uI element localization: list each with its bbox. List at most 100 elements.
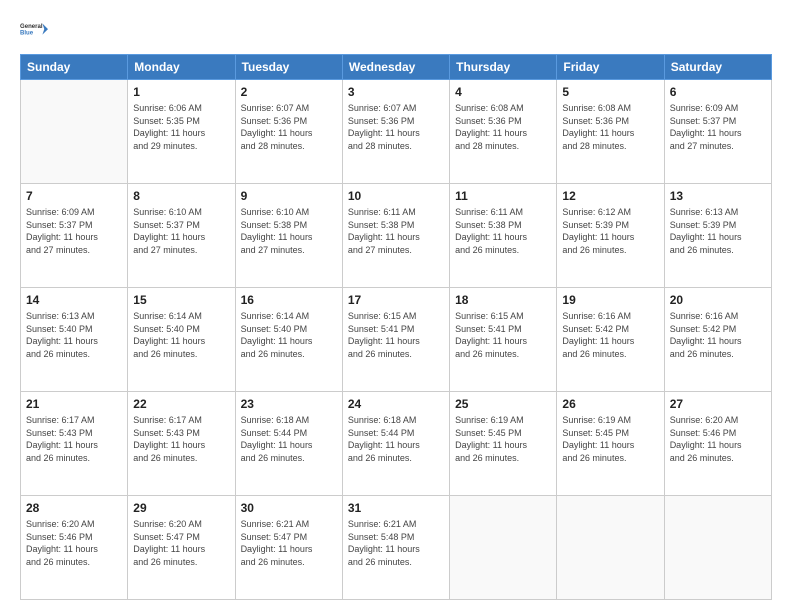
day-number: 3 (348, 84, 444, 100)
day-number: 9 (241, 188, 337, 204)
calendar-cell: 12 Sunrise: 6:12 AM Sunset: 5:39 PM Dayli… (557, 184, 664, 288)
calendar-header-saturday: Saturday (664, 55, 771, 80)
calendar-cell (557, 496, 664, 600)
calendar-cell: 10Sunrise: 6:11 AM Sunset: 5:38 PM Dayli… (342, 184, 449, 288)
day-number: 17 (348, 292, 444, 308)
calendar-cell: 25 Sunrise: 6:19 AM Sunset: 5:45 PM Dayli… (450, 392, 557, 496)
day-info: Sunrise: 6:06 AM Sunset: 5:35 PM Dayligh… (133, 102, 229, 152)
calendar-cell: 2Sunrise: 6:07 AM Sunset: 5:36 PM Daylig… (235, 80, 342, 184)
day-info: Sunrise: 6:19 AM Sunset: 5:45 PM Dayligh… (455, 414, 551, 464)
day-info: Sunrise: 6:13 AM Sunset: 5:40 PM Dayligh… (26, 310, 122, 360)
day-info: Sunrise: 6:10 AM Sunset: 5:37 PM Dayligh… (133, 206, 229, 256)
day-number: 12 (562, 188, 658, 204)
calendar-header-wednesday: Wednesday (342, 55, 449, 80)
day-info: Sunrise: 6:17 AM Sunset: 5:43 PM Dayligh… (26, 414, 122, 464)
calendar-cell (664, 496, 771, 600)
calendar-header-sunday: Sunday (21, 55, 128, 80)
calendar-cell: 22Sunrise: 6:17 AM Sunset: 5:43 PM Dayli… (128, 392, 235, 496)
day-info: Sunrise: 6:12 AM Sunset: 5:39 PM Dayligh… (562, 206, 658, 256)
day-number: 29 (133, 500, 229, 516)
calendar-cell: 28 Sunrise: 6:20 AM Sunset: 5:46 PM Dayli… (21, 496, 128, 600)
calendar-cell: 9 Sunrise: 6:10 AM Sunset: 5:38 PM Daylig… (235, 184, 342, 288)
day-number: 4 (455, 84, 551, 100)
calendar-header-tuesday: Tuesday (235, 55, 342, 80)
day-number: 13 (670, 188, 766, 204)
calendar-cell: 18 Sunrise: 6:15 AM Sunset: 5:41 PM Dayli… (450, 288, 557, 392)
calendar-cell: 7 Sunrise: 6:09 AM Sunset: 5:37 PM Daylig… (21, 184, 128, 288)
calendar-cell: 19 Sunrise: 6:16 AM Sunset: 5:42 PM Dayli… (557, 288, 664, 392)
day-number: 7 (26, 188, 122, 204)
day-info: Sunrise: 6:19 AM Sunset: 5:45 PM Dayligh… (562, 414, 658, 464)
calendar-cell: 31Sunrise: 6:21 AM Sunset: 5:48 PM Dayli… (342, 496, 449, 600)
day-number: 16 (241, 292, 337, 308)
calendar-cell: 8 Sunrise: 6:10 AM Sunset: 5:37 PM Daylig… (128, 184, 235, 288)
calendar-week-row: 1 Sunrise: 6:06 AM Sunset: 5:35 PM Daylig… (21, 80, 772, 184)
day-info: Sunrise: 6:07 AM Sunset: 5:36 PM Dayligh… (241, 102, 337, 152)
day-info: Sunrise: 6:16 AM Sunset: 5:42 PM Dayligh… (562, 310, 658, 360)
calendar-cell: 3 Sunrise: 6:07 AM Sunset: 5:36 PM Daylig… (342, 80, 449, 184)
day-number: 6 (670, 84, 766, 100)
svg-text:Blue: Blue (20, 31, 34, 37)
header: GeneralBlue (20, 16, 772, 44)
day-number: 26 (562, 396, 658, 412)
calendar-cell: 29 Sunrise: 6:20 AM Sunset: 5:47 PM Dayli… (128, 496, 235, 600)
calendar-cell: 1 Sunrise: 6:06 AM Sunset: 5:35 PM Daylig… (128, 80, 235, 184)
calendar-cell: 5Sunrise: 6:08 AM Sunset: 5:36 PM Daylig… (557, 80, 664, 184)
calendar-cell: 11 Sunrise: 6:11 AM Sunset: 5:38 PM Dayli… (450, 184, 557, 288)
day-number: 19 (562, 292, 658, 308)
calendar-week-row: 28 Sunrise: 6:20 AM Sunset: 5:46 PM Dayli… (21, 496, 772, 600)
calendar-cell: 24Sunrise: 6:18 AM Sunset: 5:44 PM Dayli… (342, 392, 449, 496)
logo: GeneralBlue (20, 16, 48, 44)
day-number: 23 (241, 396, 337, 412)
calendar-week-row: 21 Sunrise: 6:17 AM Sunset: 5:43 PM Dayli… (21, 392, 772, 496)
day-number: 25 (455, 396, 551, 412)
calendar-cell: 30Sunrise: 6:21 AM Sunset: 5:47 PM Dayli… (235, 496, 342, 600)
calendar-week-row: 14Sunrise: 6:13 AM Sunset: 5:40 PM Dayli… (21, 288, 772, 392)
day-number: 22 (133, 396, 229, 412)
calendar-cell: 14Sunrise: 6:13 AM Sunset: 5:40 PM Dayli… (21, 288, 128, 392)
day-info: Sunrise: 6:20 AM Sunset: 5:47 PM Dayligh… (133, 518, 229, 568)
calendar-cell: 17 Sunrise: 6:15 AM Sunset: 5:41 PM Dayli… (342, 288, 449, 392)
day-info: Sunrise: 6:16 AM Sunset: 5:42 PM Dayligh… (670, 310, 766, 360)
day-number: 10 (348, 188, 444, 204)
calendar-table: SundayMondayTuesdayWednesdayThursdayFrid… (20, 54, 772, 600)
day-info: Sunrise: 6:15 AM Sunset: 5:41 PM Dayligh… (348, 310, 444, 360)
day-number: 30 (241, 500, 337, 516)
calendar-header-monday: Monday (128, 55, 235, 80)
day-number: 11 (455, 188, 551, 204)
page: GeneralBlue SundayMondayTuesdayWednesday… (0, 0, 792, 612)
calendar-header-thursday: Thursday (450, 55, 557, 80)
day-info: Sunrise: 6:11 AM Sunset: 5:38 PM Dayligh… (455, 206, 551, 256)
calendar-cell (450, 496, 557, 600)
day-number: 27 (670, 396, 766, 412)
calendar-cell: 27Sunrise: 6:20 AM Sunset: 5:46 PM Dayli… (664, 392, 771, 496)
calendar-header-row: SundayMondayTuesdayWednesdayThursdayFrid… (21, 55, 772, 80)
day-info: Sunrise: 6:07 AM Sunset: 5:36 PM Dayligh… (348, 102, 444, 152)
day-info: Sunrise: 6:10 AM Sunset: 5:38 PM Dayligh… (241, 206, 337, 256)
day-number: 18 (455, 292, 551, 308)
day-info: Sunrise: 6:13 AM Sunset: 5:39 PM Dayligh… (670, 206, 766, 256)
day-number: 8 (133, 188, 229, 204)
calendar-cell: 20 Sunrise: 6:16 AM Sunset: 5:42 PM Dayli… (664, 288, 771, 392)
calendar-cell: 23Sunrise: 6:18 AM Sunset: 5:44 PM Dayli… (235, 392, 342, 496)
calendar-cell: 4Sunrise: 6:08 AM Sunset: 5:36 PM Daylig… (450, 80, 557, 184)
day-info: Sunrise: 6:09 AM Sunset: 5:37 PM Dayligh… (670, 102, 766, 152)
calendar-cell: 16 Sunrise: 6:14 AM Sunset: 5:40 PM Dayli… (235, 288, 342, 392)
calendar-week-row: 7 Sunrise: 6:09 AM Sunset: 5:37 PM Daylig… (21, 184, 772, 288)
day-info: Sunrise: 6:18 AM Sunset: 5:44 PM Dayligh… (348, 414, 444, 464)
calendar-cell: 15 Sunrise: 6:14 AM Sunset: 5:40 PM Dayli… (128, 288, 235, 392)
calendar-cell: 6 Sunrise: 6:09 AM Sunset: 5:37 PM Daylig… (664, 80, 771, 184)
day-info: Sunrise: 6:09 AM Sunset: 5:37 PM Dayligh… (26, 206, 122, 256)
day-number: 15 (133, 292, 229, 308)
day-info: Sunrise: 6:08 AM Sunset: 5:36 PM Dayligh… (562, 102, 658, 152)
day-number: 1 (133, 84, 229, 100)
day-info: Sunrise: 6:14 AM Sunset: 5:40 PM Dayligh… (241, 310, 337, 360)
day-info: Sunrise: 6:20 AM Sunset: 5:46 PM Dayligh… (26, 518, 122, 568)
day-info: Sunrise: 6:15 AM Sunset: 5:41 PM Dayligh… (455, 310, 551, 360)
day-number: 28 (26, 500, 122, 516)
calendar-cell (21, 80, 128, 184)
day-info: Sunrise: 6:14 AM Sunset: 5:40 PM Dayligh… (133, 310, 229, 360)
day-number: 21 (26, 396, 122, 412)
day-number: 20 (670, 292, 766, 308)
calendar-cell: 21 Sunrise: 6:17 AM Sunset: 5:43 PM Dayli… (21, 392, 128, 496)
